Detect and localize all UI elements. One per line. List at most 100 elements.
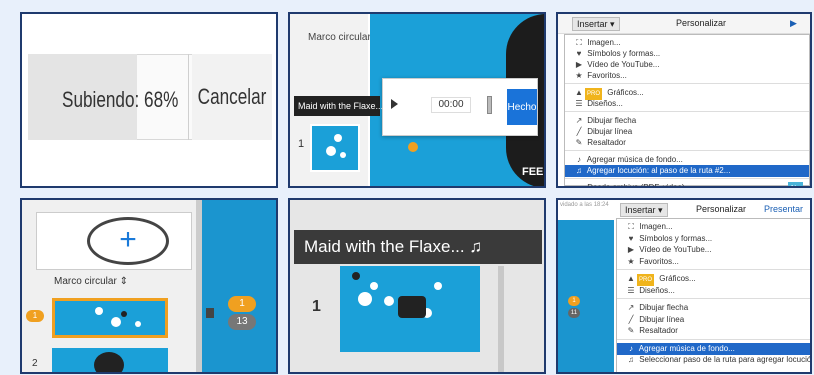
menu-item-label: Desde archivo (PDF, video)... bbox=[585, 183, 692, 188]
done-button[interactable]: Hecho bbox=[507, 89, 537, 125]
menu-item-label: Dibujar línea bbox=[637, 314, 685, 324]
highlighter-icon: ✎ bbox=[627, 326, 635, 335]
menu-item-label: Diseños... bbox=[585, 99, 623, 108]
charts-icon: ▲ bbox=[627, 274, 635, 283]
thumb-circle bbox=[94, 352, 124, 372]
menu-item[interactable]: ✎ Resaltador bbox=[565, 137, 809, 149]
voiceover-icon: ♫ bbox=[576, 166, 582, 175]
menu-item-label: Favoritos... bbox=[585, 71, 627, 80]
path-badge[interactable]: 11 bbox=[568, 308, 580, 318]
favorites-icon: ★ bbox=[627, 256, 635, 266]
menu-item-label: Símbolos y formas... bbox=[637, 233, 713, 243]
add-frame-box[interactable]: + bbox=[36, 212, 192, 270]
layouts-icon: ☰ bbox=[627, 285, 635, 295]
thumb-dot bbox=[95, 307, 103, 315]
layouts-icon: ☰ bbox=[575, 99, 583, 108]
toolbar: Insertar ▾ Personalizar ▶ bbox=[558, 14, 810, 34]
trim-handle[interactable] bbox=[487, 96, 492, 114]
slide-number-badge: 1 bbox=[26, 310, 44, 322]
favorites-icon: ★ bbox=[575, 71, 583, 80]
line-icon: ╱ bbox=[628, 314, 634, 324]
slide-number: 1 bbox=[298, 138, 305, 150]
track-zoom-tile: Maid with the Flaxe... ♫ 1 bbox=[288, 198, 546, 374]
present-icon[interactable]: ▶ bbox=[790, 18, 797, 29]
music-icon: ♪ bbox=[629, 343, 633, 353]
audio-editor-tile: Marco circular FEEL Maid with the Flaxe.… bbox=[288, 12, 546, 188]
frame-type-label[interactable]: Marco circular bbox=[308, 32, 371, 43]
play-icon[interactable] bbox=[391, 99, 398, 109]
menu-divider bbox=[565, 111, 809, 112]
menu-item-label: Gráficos... bbox=[657, 274, 696, 283]
menu-item[interactable]: ▶ Vídeo de YouTube... bbox=[617, 244, 810, 256]
personalize-button[interactable]: Personalizar bbox=[676, 18, 726, 28]
scrollbar[interactable] bbox=[498, 266, 504, 372]
present-button[interactable]: Presentar bbox=[764, 204, 803, 214]
slide-thumbnail[interactable] bbox=[52, 348, 168, 372]
thumb-dot bbox=[326, 146, 336, 156]
menu-item-label: Diseños... bbox=[637, 285, 675, 295]
menu-item[interactable]: ▬ Desde archivo (PDF, video)... Nu bbox=[565, 182, 809, 188]
image-icon: ⛶ bbox=[628, 222, 634, 231]
add-icon[interactable]: + bbox=[87, 217, 169, 265]
menu-item[interactable]: ♫ Agregar locución: al paso de la ruta #… bbox=[565, 165, 809, 177]
menu-item[interactable]: ▲ PRO Gráficos... bbox=[617, 273, 810, 286]
divider bbox=[188, 54, 189, 140]
menu-item[interactable]: ↗ Dibujar flecha bbox=[617, 302, 810, 314]
menu-item[interactable]: ★ Favoritos... bbox=[617, 256, 810, 268]
audio-track-label[interactable]: Maid with the Flaxe... ♫ bbox=[294, 230, 542, 264]
slide-thumbnail[interactable] bbox=[310, 124, 360, 172]
canvas bbox=[558, 220, 614, 372]
insert-dropdown: ⛶ Imagen... ♥ Símbolos y formas... ▶ Vídeo… bbox=[616, 218, 812, 372]
insert-menu-tile: vidado a las 18:24 Insertar ▾ Personaliz… bbox=[556, 198, 812, 374]
menu-item-label: Dibujar línea bbox=[585, 127, 633, 136]
menu-item-label: Favoritos... bbox=[637, 256, 679, 266]
menu-item[interactable]: ☰ Diseños... bbox=[617, 285, 810, 297]
slide-number: 1 bbox=[312, 298, 321, 315]
personalize-button[interactable]: Personalizar bbox=[696, 204, 746, 214]
slide-thumbnail-selected[interactable] bbox=[52, 298, 168, 338]
menu-item[interactable]: ╱ Dibujar línea bbox=[617, 314, 810, 326]
menu-item-label: Imagen... bbox=[585, 38, 621, 47]
menu-item[interactable]: ♪ Agregar música de fondo... bbox=[617, 342, 810, 355]
insert-menu-button[interactable]: Insertar ▾ bbox=[620, 203, 668, 217]
menu-item-label: Dibujar flecha bbox=[585, 116, 637, 125]
menu-divider bbox=[617, 338, 810, 340]
audio-player-popup: 00:00 Hecho bbox=[382, 78, 538, 136]
canvas-text: FEEL bbox=[522, 166, 544, 178]
menu-item[interactable]: ♥ Símbolos y formas... bbox=[617, 233, 810, 245]
collapse-handle[interactable] bbox=[206, 308, 214, 318]
arrow-icon: ↗ bbox=[627, 303, 635, 312]
thumb-dot bbox=[352, 272, 360, 280]
highlighter-icon: ✎ bbox=[575, 138, 583, 147]
insert-menu-tile: Insertar ▾ Personalizar ▶ ⛶ Imagen... ♥ S… bbox=[556, 12, 812, 188]
menu-item-label: Resaltador bbox=[585, 138, 626, 147]
menu-item[interactable]: ★ Favoritos... bbox=[565, 70, 809, 82]
menu-item-label: Resaltador bbox=[637, 326, 678, 335]
file-icon: ▬ bbox=[575, 183, 583, 188]
menu-item-label: Seleccionar paso de la ruta para agregar… bbox=[637, 355, 812, 364]
menu-item-label: Agregar música de fondo... bbox=[585, 155, 683, 164]
thumb-dot bbox=[135, 321, 141, 327]
cancel-label: Cancelar bbox=[197, 84, 267, 109]
time-field[interactable]: 00:00 bbox=[431, 97, 471, 113]
frame-type-label[interactable]: Marco circular ⇕ bbox=[54, 276, 128, 287]
thumb-dot bbox=[121, 311, 127, 317]
symbols-icon: ♥ bbox=[628, 233, 634, 243]
upload-status-label: Subiendo: 68% bbox=[62, 87, 179, 112]
menu-item[interactable]: ✎ Resaltador bbox=[617, 325, 810, 337]
menu-item-label: Dibujar flecha bbox=[637, 303, 689, 312]
menu-item[interactable]: ♫ Seleccionar paso de la ruta para agreg… bbox=[617, 354, 812, 366]
path-badge[interactable]: 1 bbox=[568, 296, 580, 306]
youtube-icon: ▶ bbox=[627, 245, 635, 254]
menu-item-label: Gráficos... bbox=[605, 88, 644, 97]
path-badge[interactable]: 13 bbox=[228, 314, 256, 330]
menu-item-label: Imagen... bbox=[637, 222, 673, 231]
canvas bbox=[202, 200, 276, 372]
menu-item[interactable]: ☰ Diseños... bbox=[565, 98, 809, 110]
voiceover-icon: ♫ bbox=[628, 355, 634, 364]
insert-menu-button[interactable]: Insertar ▾ bbox=[572, 17, 620, 31]
audio-track-label[interactable]: Maid with the Flaxe... ♫ bbox=[294, 96, 392, 116]
path-badge[interactable]: 1 bbox=[228, 296, 256, 312]
cancel-button[interactable]: Cancelar bbox=[192, 54, 272, 140]
menu-item[interactable]: ⛶ Imagen... bbox=[617, 221, 810, 233]
